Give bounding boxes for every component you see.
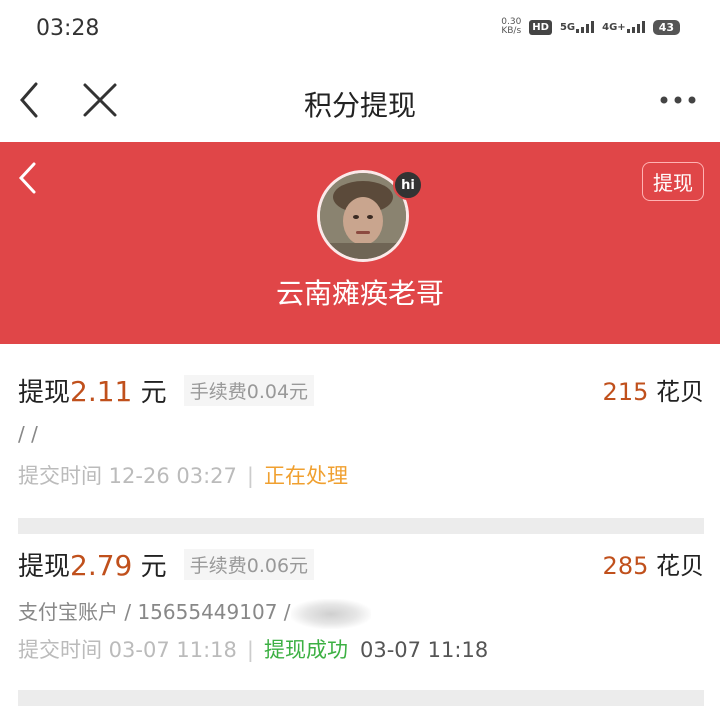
record-amount: 2.79	[70, 549, 133, 582]
hd-icon: HD	[529, 19, 552, 35]
withdraw-button[interactable]: 提现	[642, 162, 704, 201]
signal-5g-icon: 5G	[560, 21, 595, 33]
header-back-button[interactable]	[14, 160, 44, 196]
username: 云南瘫痪老哥	[275, 277, 444, 310]
record-divider	[18, 518, 704, 534]
hi-badge: hi	[393, 170, 423, 200]
network-speed: 0.30 KB/s	[501, 17, 522, 36]
record-time-line: 提交时间 12-26 03:27 | 正在处理	[18, 460, 704, 490]
separator: |	[246, 464, 254, 488]
record-submit-time: 提交时间 03-07 11:18	[18, 638, 237, 662]
record-title: 提现2.79 元	[18, 549, 167, 582]
chevron-left-icon	[18, 162, 36, 194]
redacted-blur	[290, 598, 371, 629]
record-points: 215 花贝	[602, 378, 704, 406]
record-account: 支付宝账户 / 15655449107 /	[18, 596, 704, 630]
record-header: 提现2.79 元 手续费0.06元 285 花贝	[18, 546, 704, 590]
page-title: 积分提现	[303, 89, 416, 122]
record-divider	[18, 690, 704, 706]
record-fee: 手续费0.06元	[183, 549, 315, 580]
record-points: 285 花贝	[602, 552, 704, 580]
battery-icon: 43	[652, 19, 680, 35]
record-time-line: 提交时间 03-07 11:18 | 提现成功 03-07 11:18	[18, 634, 704, 664]
separator: |	[246, 638, 254, 662]
navigation-bar: 积分提现	[0, 60, 720, 142]
withdraw-record[interactable]: 提现2.11 元 手续费0.04元 215 花贝 / / 提交时间 12-26 …	[18, 372, 704, 490]
status-time: 03:28	[36, 16, 100, 41]
more-menu-button[interactable]	[658, 86, 698, 114]
record-submit-time: 提交时间 12-26 03:27	[18, 464, 237, 488]
record-account: / /	[18, 422, 38, 446]
profile-header: 提现 hi 云南瘫痪老哥	[0, 142, 720, 344]
status-icons: 0.30 KB/s HD 5G 4G+ 43	[501, 18, 680, 36]
record-title: 提现2.11 元	[18, 375, 167, 408]
record-completed-time: 03-07 11:18	[359, 638, 489, 662]
record-header: 提现2.11 元 手续费0.04元 215 花贝	[18, 372, 704, 416]
signal-4g-icon: 4G+	[602, 21, 645, 33]
record-status: 提现成功	[263, 638, 348, 662]
status-bar: 03:28 0.30 KB/s HD 5G 4G+ 43	[0, 0, 720, 60]
record-status: 正在处理	[263, 464, 348, 488]
record-fee: 手续费0.04元	[183, 375, 315, 406]
more-dots-icon	[660, 96, 696, 104]
record-amount: 2.11	[70, 375, 133, 408]
withdraw-record[interactable]: 提现2.79 元 手续费0.06元 285 花贝 支付宝账户 / 1565544…	[18, 546, 704, 664]
